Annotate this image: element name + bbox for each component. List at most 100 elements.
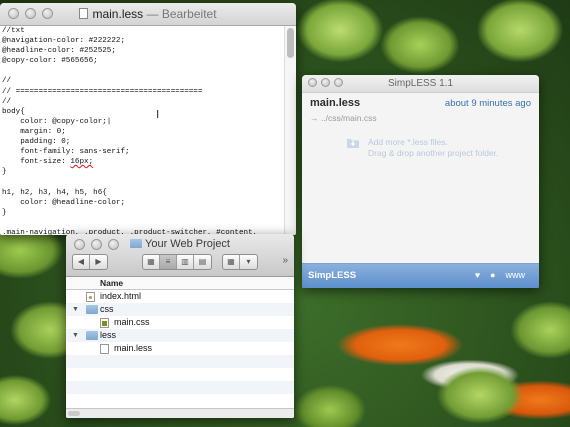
drop-zone-text: Add more *.less files. Drag & drop anoth… xyxy=(368,137,498,159)
code-line: @headline-color: #252525; xyxy=(2,46,286,56)
editor-titlebar[interactable]: main.less — Bearbeitet xyxy=(0,3,296,26)
code-line-text: // xyxy=(2,77,12,86)
chevron-down-icon: ▾ xyxy=(246,257,251,266)
speech-bubble-icon[interactable]: ● xyxy=(490,270,495,280)
file-name: less xyxy=(100,330,117,340)
code-line-text: color: @copy-color;| xyxy=(2,117,112,126)
file-css-icon xyxy=(100,318,109,328)
finder-title: Your Web Project xyxy=(145,238,230,250)
drop-zone-line-1: Add more *.less files. xyxy=(368,137,448,147)
code-line-text: @headline-color: #252525; xyxy=(2,47,116,56)
file-name: main.less xyxy=(114,343,153,353)
close-button[interactable] xyxy=(308,78,317,87)
code-line-text: // xyxy=(2,97,12,106)
project-name: main.less xyxy=(310,97,361,109)
scrollbar-thumb[interactable] xyxy=(287,28,294,58)
editor-title: main.less xyxy=(92,7,144,21)
file-name: main.css xyxy=(114,317,150,327)
www-link[interactable]: www xyxy=(506,270,526,280)
list-item[interactable]: ▼ less xyxy=(66,329,294,342)
code-line: //txt xyxy=(2,26,286,36)
disclosure-triangle-icon[interactable]: ▼ xyxy=(72,329,79,342)
code-line: body{ xyxy=(2,107,286,117)
code-line-text: } xyxy=(2,168,7,177)
icon-view-button[interactable]: ▦ xyxy=(143,255,160,269)
code-line: @navigation-color: #222222; xyxy=(2,36,286,46)
file-name: index.html xyxy=(100,291,142,301)
finder-toolbar: Your Web Project ◀ ▶ ▦ ≡ ▥ ▤ ▦ ▾ » xyxy=(66,234,294,277)
editor-title-state: Bearbeitet xyxy=(161,7,217,21)
empty-row xyxy=(66,381,294,394)
project-output-path: → ../css/main.css xyxy=(310,113,377,123)
finder-horizontal-scrollbar[interactable] xyxy=(66,408,294,418)
forward-button[interactable]: ▶ xyxy=(90,255,107,269)
project-last-compiled: about 9 minutes ago xyxy=(444,98,531,109)
code-line-text: body{ xyxy=(2,107,25,116)
folder-drop-icon xyxy=(347,139,359,148)
window-controls xyxy=(308,78,343,87)
disclosure-triangle-icon[interactable]: ▼ xyxy=(72,303,79,316)
ibeam-cursor-icon: I xyxy=(156,108,160,121)
code-line-text: font-family: sans-serif; xyxy=(2,148,130,157)
window-controls xyxy=(8,8,53,19)
list-item[interactable]: index.html xyxy=(66,290,294,303)
code-line-text: @copy-color: #565656; xyxy=(2,57,98,66)
simpless-titlebar[interactable]: SimpLESS 1.1 xyxy=(302,75,539,93)
code-line: font-family: sans-serif; xyxy=(2,147,286,157)
code-line: color: @headline-color; xyxy=(2,198,286,208)
footer-brand: SimpLESS xyxy=(308,270,357,281)
code-line-text: @navigation-color: #222222; xyxy=(2,37,126,46)
file-name: css xyxy=(100,304,114,314)
editor-window: main.less — Bearbeitet //txt @navigation-… xyxy=(0,3,296,235)
simpless-title: SimpLESS 1.1 xyxy=(387,78,454,89)
code-line-text: padding: 0; xyxy=(2,138,71,147)
drop-zone[interactable]: Add more *.less files. Drag & drop anoth… xyxy=(346,135,526,175)
list-item[interactable]: main.less xyxy=(66,342,294,355)
simpless-window: SimpLESS 1.1 main.less about 9 minutes a… xyxy=(302,75,539,288)
code-line-text: } xyxy=(2,208,7,217)
scrollbar-thumb[interactable] xyxy=(68,411,80,416)
code-line-text: margin: 0; xyxy=(2,127,66,136)
editor-title-separator: — xyxy=(143,7,162,21)
project-entry[interactable]: main.less about 9 minutes ago → ../css/m… xyxy=(302,93,539,137)
folder-icon xyxy=(130,239,142,248)
code-line: padding: 0; xyxy=(2,137,286,147)
folder-icon xyxy=(86,331,98,340)
list-view-button[interactable]: ≡ xyxy=(160,255,177,269)
code-line: @copy-color: #565656; xyxy=(2,56,286,66)
code-line: // xyxy=(2,97,286,107)
list-item[interactable]: ▼ css xyxy=(66,303,294,316)
toolbar-overflow-icon[interactable]: » xyxy=(282,255,288,266)
code-line: margin: 0; xyxy=(2,127,286,137)
zoom-button[interactable] xyxy=(42,8,53,19)
file-list: index.html ▼ css main.css ▼ less main.less xyxy=(66,290,294,408)
minimize-button[interactable] xyxy=(321,78,330,87)
heart-icon[interactable]: ♥ xyxy=(475,270,480,280)
drop-zone-line-2: Drag & drop another project folder. xyxy=(368,148,499,158)
finder-title-bar[interactable]: Your Web Project xyxy=(66,238,294,250)
column-view-button[interactable]: ▥ xyxy=(177,255,194,269)
footer-icons: ♥ ● www xyxy=(475,270,525,280)
zoom-button[interactable] xyxy=(334,78,343,87)
code-editor[interactable]: //txt @navigation-color: #222222; @headlin… xyxy=(0,26,286,235)
code-line: color: @copy-color;| xyxy=(2,117,286,127)
close-button[interactable] xyxy=(8,8,19,19)
code-line: } xyxy=(2,208,286,218)
arrange-menu-button[interactable]: ▦ ▾ xyxy=(222,254,258,270)
back-button[interactable]: ◀ xyxy=(73,255,90,269)
editor-scrollbar[interactable] xyxy=(284,26,296,235)
finder-window: Your Web Project ◀ ▶ ▦ ≡ ▥ ▤ ▦ ▾ » Name … xyxy=(66,234,294,418)
back-forward-buttons: ◀ ▶ xyxy=(72,254,108,270)
coverflow-view-button[interactable]: ▤ xyxy=(194,255,211,269)
code-line-text: font-size: xyxy=(2,158,71,167)
column-header-name[interactable]: Name xyxy=(66,277,294,290)
code-line: h1, h2, h3, h4, h5, h6{ xyxy=(2,188,286,198)
code-line: // =====================================… xyxy=(2,87,286,97)
file-less-icon xyxy=(100,344,109,354)
list-item[interactable]: main.css xyxy=(66,316,294,329)
minimize-button[interactable] xyxy=(25,8,36,19)
folder-icon xyxy=(86,305,98,314)
